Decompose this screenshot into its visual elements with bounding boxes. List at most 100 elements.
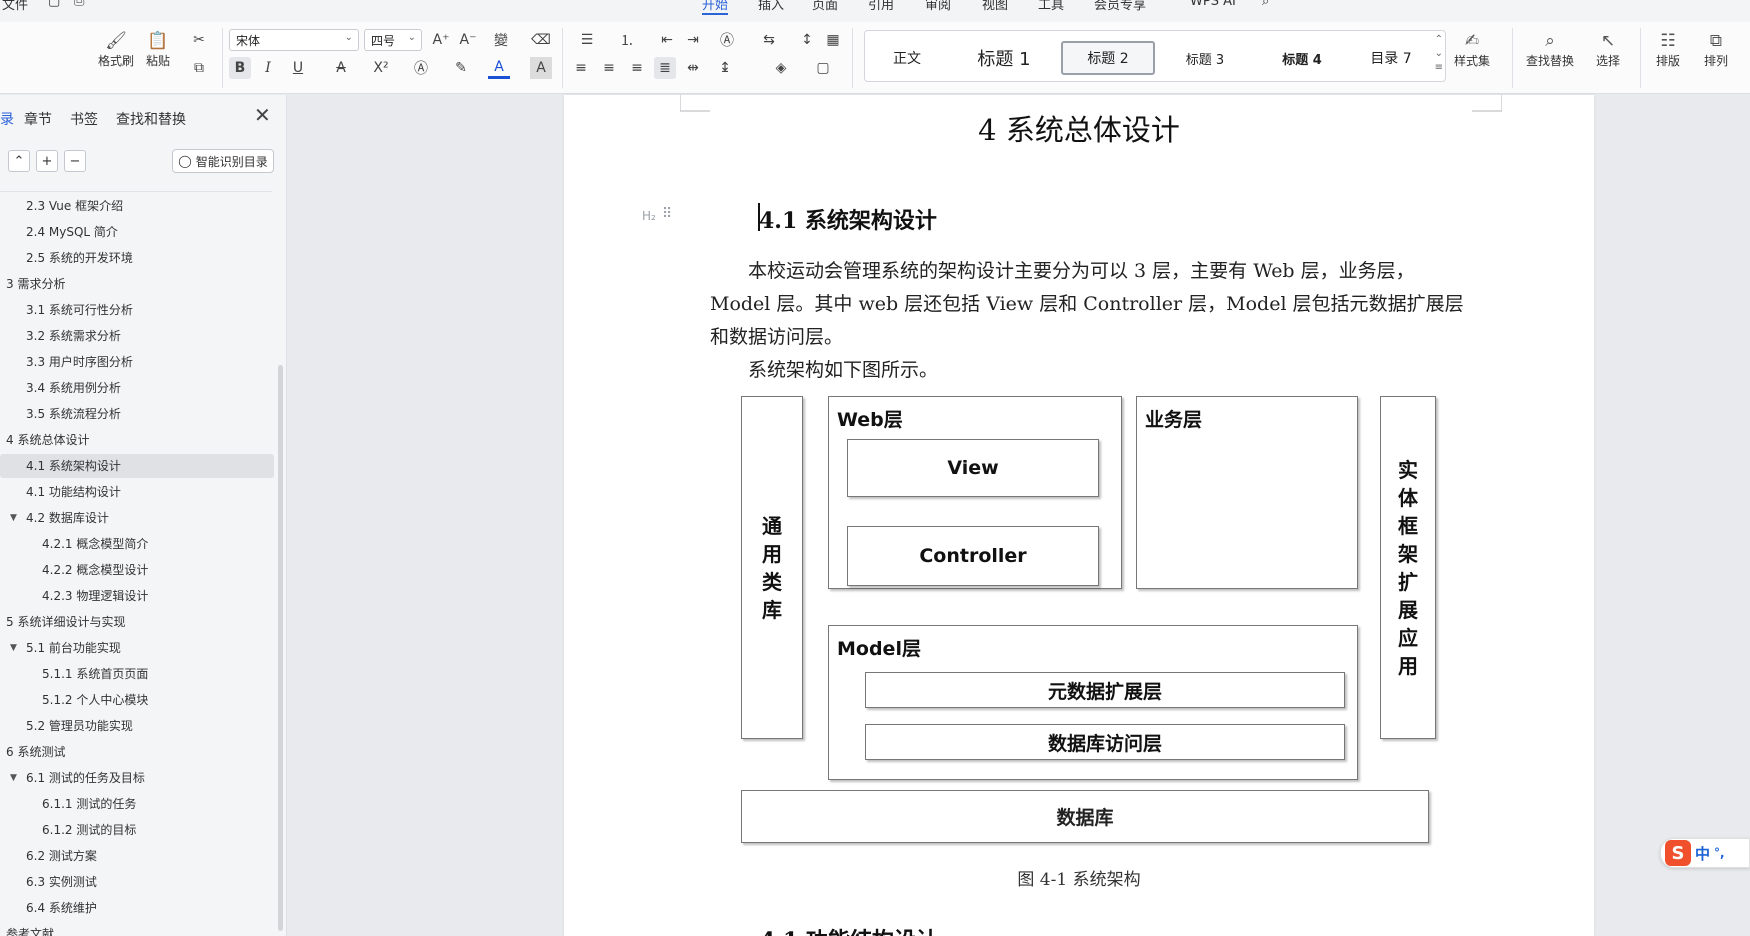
char-shading-icon[interactable]: A: [530, 57, 552, 79]
find-replace-button[interactable]: ⌕ 查找替换: [1526, 30, 1574, 69]
style-heading-2[interactable]: 标题 2: [1061, 41, 1155, 75]
collapse-button[interactable]: −: [64, 150, 86, 172]
shrink-font-icon[interactable]: A⁻: [457, 29, 479, 51]
style-heading-1[interactable]: 标题 1: [965, 41, 1043, 75]
tab-view[interactable]: 视图: [982, 0, 1008, 13]
bold-icon[interactable]: B: [229, 57, 251, 79]
table-icon[interactable]: ▦: [822, 29, 844, 51]
strikethrough-icon[interactable]: A: [330, 57, 352, 79]
close-icon[interactable]: ✕: [254, 103, 271, 127]
quick-undo-icon[interactable]: ⎙: [74, 0, 84, 9]
align-center-icon[interactable]: ≡: [598, 57, 620, 79]
ime-punct[interactable]: °,: [1714, 846, 1725, 860]
clear-format-icon[interactable]: ⌫: [530, 29, 552, 51]
italic-icon[interactable]: I: [257, 57, 279, 79]
search-icon[interactable]: ⌕: [1262, 0, 1269, 9]
tab-find-replace[interactable]: 查找和替换: [116, 109, 186, 129]
web-layer-label: Web层: [837, 409, 903, 431]
distribute-icon[interactable]: ⇹: [682, 57, 704, 79]
toc-item-label: 3 需求分析: [6, 277, 66, 291]
toc-item-label: 3.2 系统需求分析: [26, 329, 121, 343]
tab-chapter[interactable]: 章节: [24, 109, 52, 129]
line-spacing-icon[interactable]: ↨: [714, 57, 736, 79]
paragraph-line: 和数据访问层。: [710, 326, 844, 348]
style-heading-3[interactable]: 标题 3: [1165, 41, 1245, 75]
text-effect-icon[interactable]: Ⓐ: [410, 57, 432, 79]
controller-box: Controller: [847, 526, 1099, 586]
quick-save-icon[interactable]: ▢: [48, 0, 60, 9]
convert-icon[interactable]: ⇆: [758, 29, 780, 51]
tab-page[interactable]: 页面: [812, 0, 838, 13]
bullet-list-icon[interactable]: ☰: [576, 29, 598, 51]
tab-member[interactable]: 会员专享: [1094, 0, 1146, 13]
ribbon-toolbar: 🖌 格式刷 📋 粘贴 ✂ ⧉ 宋体 ⌄ 四号 ⌄ A⁺ A⁻ 變 ⌫ B I U A…: [0, 22, 1750, 94]
smart-toc-icon: ◯: [178, 154, 192, 168]
toc-item-label: 3.1 系统可行性分析: [26, 303, 133, 317]
drag-handle-icon[interactable]: ⠿: [662, 206, 672, 222]
font-name-select[interactable]: 宋体 ⌄: [229, 29, 359, 51]
tab-home[interactable]: 开始: [702, 0, 729, 15]
sort-icon[interactable]: ↕: [796, 29, 818, 51]
toc-item-label: 5.1 前台功能实现: [26, 641, 121, 655]
underline-icon[interactable]: U: [287, 57, 309, 79]
border-icon[interactable]: ▢: [812, 57, 834, 79]
decrease-indent-icon[interactable]: ⇤: [656, 29, 678, 51]
phonetic-icon[interactable]: 變: [490, 29, 512, 51]
style-toc-7[interactable]: 目录 7: [1351, 41, 1431, 75]
font-color-icon[interactable]: A: [488, 57, 510, 79]
toc-item-label: 5 系统详细设计与实现: [6, 615, 126, 629]
text-direction-icon[interactable]: Ⓐ: [716, 29, 738, 51]
database-box: 数据库: [741, 790, 1429, 843]
tab-review[interactable]: 审阅: [925, 0, 951, 13]
justify-icon[interactable]: ≣: [654, 57, 676, 79]
toc-item-label: 6.1.2 测试的目标: [42, 823, 137, 837]
highlight-icon[interactable]: ✎: [450, 57, 472, 79]
align-right-icon[interactable]: ≡: [626, 57, 648, 79]
toc-item-label: 2.3 Vue 框架介绍: [26, 199, 124, 213]
cut-icon[interactable]: ✂: [188, 29, 210, 51]
smart-toc-button[interactable]: ◯ 智能识别目录: [172, 149, 274, 173]
document-page[interactable]: 4 系统总体设计 H₂ ⠿ 4.1 系统架构设计 本校运动会管理系统的架构设计主…: [564, 95, 1594, 936]
tab-insert[interactable]: 插入: [758, 0, 784, 13]
toc-item-label: 4.2.1 概念模型简介: [42, 537, 149, 551]
expand-button[interactable]: +: [36, 150, 58, 172]
figure-caption: 图 4-1 系统架构: [1017, 870, 1141, 890]
shading-icon[interactable]: ◈: [770, 57, 792, 79]
toc-item[interactable]: 4.1 系统架构设计: [0, 454, 274, 478]
tab-wps-ai[interactable]: WPS AI: [1190, 0, 1236, 9]
grow-font-icon[interactable]: A⁺: [430, 29, 452, 51]
toc-item-label: 3.3 用户时序图分析: [26, 355, 133, 369]
ime-mode[interactable]: 中: [1695, 843, 1710, 864]
expand-triangle-icon[interactable]: ▼: [10, 506, 17, 530]
tab-bookmark[interactable]: 书签: [70, 109, 98, 129]
divider: [852, 28, 853, 88]
data-access-box: 数据库访问层: [865, 724, 1345, 760]
ime-toolbar[interactable]: S 中 °,: [1660, 838, 1750, 868]
tab-reference[interactable]: 引用: [868, 0, 894, 13]
format-painter-button[interactable]: 🖌 格式刷: [98, 30, 134, 69]
copy-icon[interactable]: ⧉: [188, 57, 210, 79]
select-button[interactable]: ↖ 选择: [1596, 30, 1620, 69]
collapse-up-button[interactable]: ⌃: [8, 150, 30, 172]
font-size-select[interactable]: 四号 ⌄: [364, 29, 422, 51]
sidebar-scrollbar[interactable]: [278, 365, 283, 931]
style-scroll-arrows[interactable]: ⌃ ⌄ ≡: [1435, 33, 1443, 75]
paste-button[interactable]: 📋 粘贴: [146, 30, 170, 69]
entity-framework-label: 实体框架扩展应用: [1398, 457, 1418, 678]
style-normal[interactable]: 正文: [875, 41, 939, 75]
layout-button[interactable]: ☷ 排版: [1656, 30, 1680, 69]
tab-tools[interactable]: 工具: [1038, 0, 1064, 13]
numbered-list-icon[interactable]: ⒈: [616, 29, 638, 51]
increase-indent-icon[interactable]: ⇥: [682, 29, 704, 51]
style-set-button[interactable]: ✍ 样式集: [1454, 30, 1490, 69]
style-heading-4[interactable]: 标题 4: [1257, 41, 1347, 75]
tab-toc[interactable]: 目录: [0, 109, 14, 129]
arrange-button[interactable]: ⧉ 排列: [1704, 30, 1728, 69]
align-left-icon[interactable]: ≡: [570, 57, 592, 79]
superscript-icon[interactable]: X²: [370, 57, 392, 79]
expand-triangle-icon[interactable]: ▼: [10, 636, 17, 660]
file-menu[interactable]: 文件: [2, 0, 28, 13]
expand-triangle-icon[interactable]: ▼: [10, 766, 17, 790]
common-library-label: 通用类库: [762, 513, 782, 622]
next-section-heading: 4.1 功能结构设计: [760, 923, 938, 936]
